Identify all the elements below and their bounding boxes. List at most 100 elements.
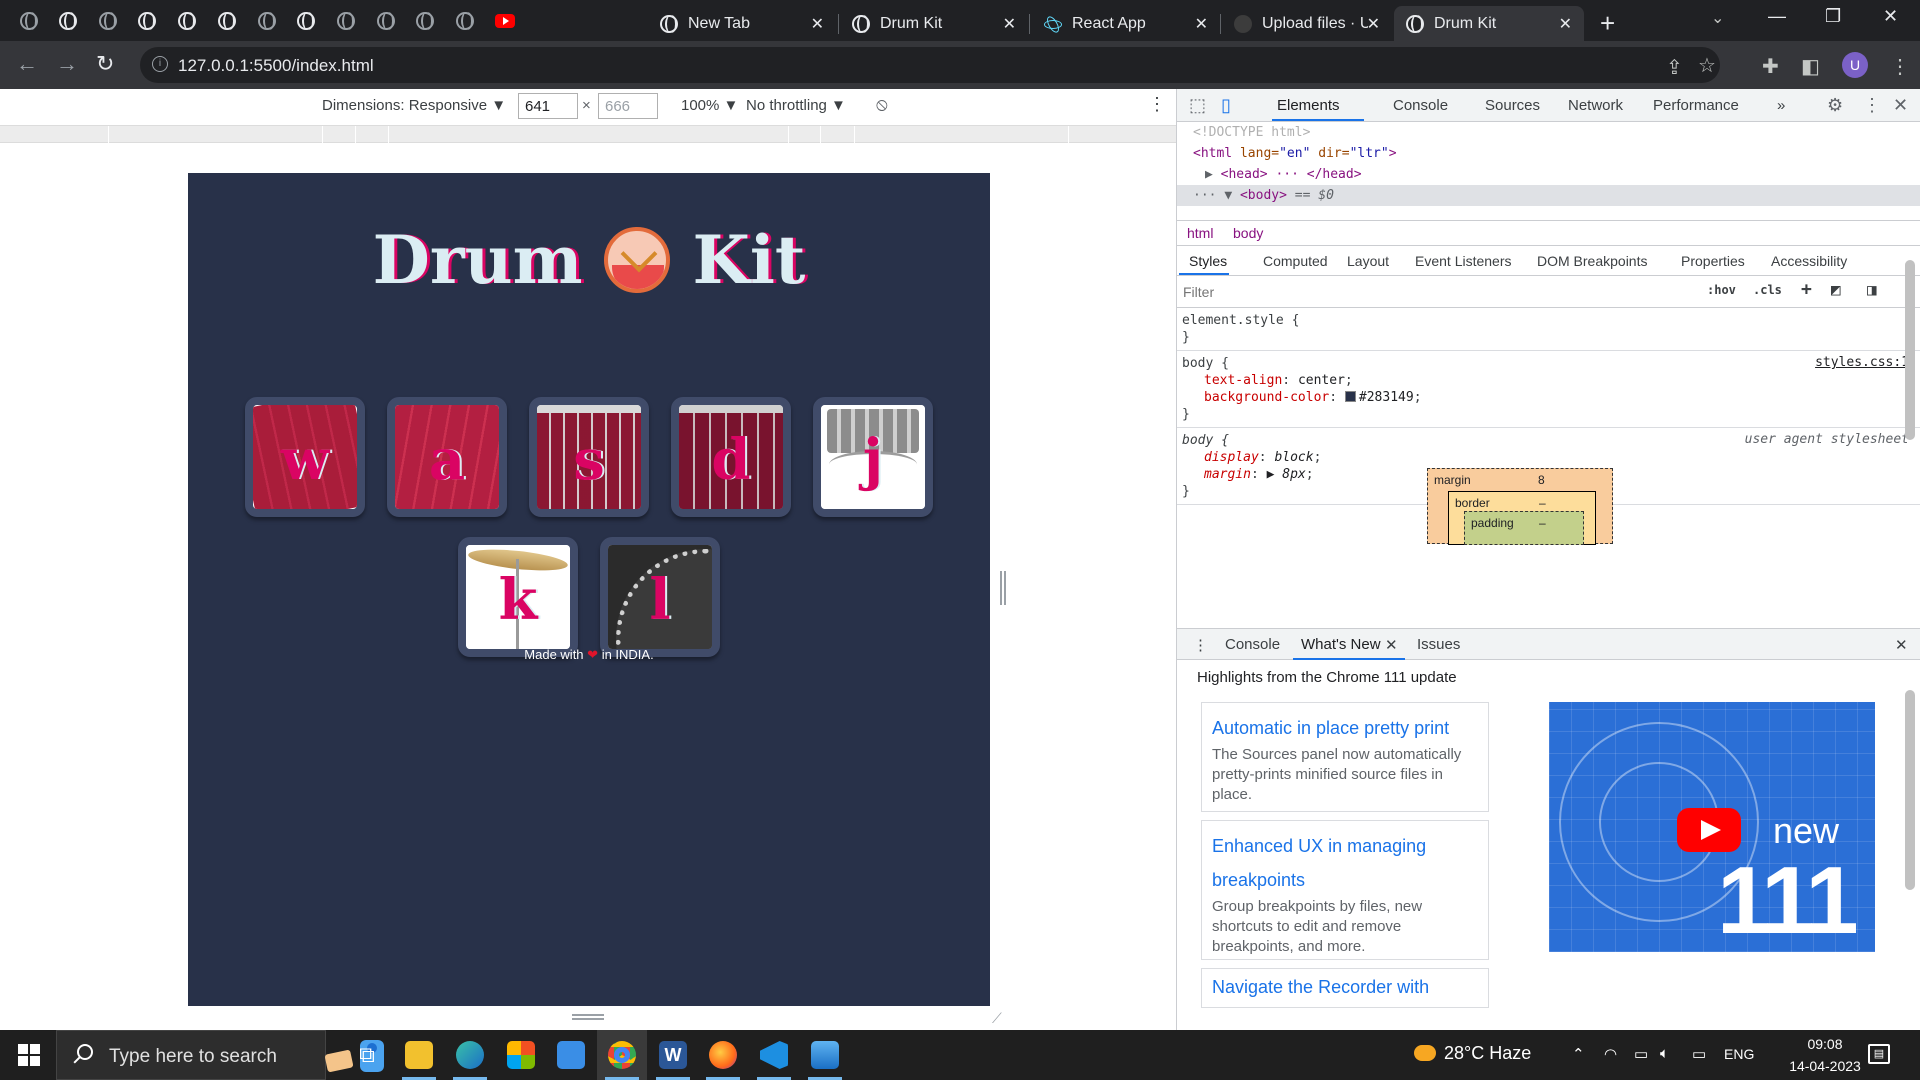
device-toggle-icon[interactable]: ▯	[1221, 95, 1231, 116]
styles-filter-input[interactable]	[1183, 280, 1683, 304]
pinned-tab[interactable]	[210, 6, 244, 36]
kebab-menu-icon[interactable]: ⋮	[1890, 54, 1910, 79]
tab-upload-files[interactable]: Upload files · Ur ✕	[1222, 6, 1392, 41]
box-model-padding-value[interactable]: –	[1539, 516, 1546, 530]
settings-gear-icon[interactable]: ⚙	[1827, 95, 1843, 116]
resize-handle-bottom[interactable]	[572, 1014, 604, 1020]
zoom-dropdown[interactable]: 100% ▼	[681, 97, 738, 114]
tab-computed[interactable]: Computed	[1263, 253, 1328, 269]
tab-accessibility[interactable]: Accessibility	[1771, 253, 1847, 269]
clock-time[interactable]: 09:08	[1790, 1036, 1860, 1052]
edge-icon[interactable]	[445, 1030, 495, 1080]
whats-new-card[interactable]: Navigate the Recorder with	[1201, 968, 1489, 1008]
pinned-tab[interactable]	[250, 6, 284, 36]
sidebar-toggle-icon[interactable]: ◨	[1867, 280, 1877, 299]
weather-widget[interactable]: 28°C Haze	[1414, 1043, 1531, 1064]
drawer-kebab-icon[interactable]: ⋮	[1193, 636, 1208, 654]
tab-drum-kit-active[interactable]: Drum Kit ✕	[1394, 6, 1584, 41]
drum-button-j[interactable]: j	[813, 397, 933, 517]
expand-triangle-icon[interactable]: ▶	[1205, 167, 1213, 182]
devtools-close-icon[interactable]: ✕	[1893, 95, 1908, 116]
whats-new-video-thumbnail[interactable]: new 111	[1549, 702, 1875, 952]
pinned-tab[interactable]	[130, 6, 164, 36]
tab-console[interactable]: Console	[1393, 97, 1448, 114]
tab-new-tab[interactable]: New Tab ✕	[648, 6, 836, 41]
new-tab-button[interactable]: +	[1600, 8, 1615, 39]
meet-now-icon[interactable]: ▭	[1634, 1045, 1648, 1063]
collapse-triangle-icon[interactable]: ▼	[1224, 188, 1232, 203]
drawer-close-icon[interactable]: ✕	[1895, 636, 1908, 654]
drum-button-d[interactable]: d	[671, 397, 791, 517]
back-arrow-icon[interactable]: ←	[16, 51, 38, 77]
url-text[interactable]: 127.0.0.1:5500/index.html	[178, 56, 374, 76]
close-icon[interactable]: ✕	[1367, 14, 1380, 34]
pinned-tab[interactable]	[329, 6, 363, 36]
site-info-icon[interactable]: i	[152, 56, 168, 72]
resize-corner-icon[interactable]: ⟋	[992, 1010, 1002, 1027]
whats-new-card-title[interactable]: Enhanced UX in managing breakpoints	[1212, 829, 1478, 897]
color-swatch[interactable]	[1344, 391, 1356, 402]
tab-properties[interactable]: Properties	[1681, 253, 1745, 269]
viewport-width-input[interactable]	[518, 93, 578, 119]
speaker-icon[interactable]: 🔈︎	[1660, 1045, 1669, 1062]
css-declaration[interactable]: background-color: #283149;	[1182, 389, 1920, 406]
rotate-icon[interactable]: ⦸	[876, 94, 888, 115]
pinned-tab-youtube[interactable]	[488, 6, 522, 36]
more-tabs-chevron-icon[interactable]: »	[1777, 97, 1785, 114]
throttling-dropdown[interactable]: No throttling ▼	[746, 97, 846, 114]
mail-icon[interactable]	[546, 1030, 596, 1080]
tray-overflow-chevron-icon[interactable]: ⌃	[1572, 1045, 1585, 1063]
drawer-tab-issues[interactable]: Issues	[1417, 636, 1460, 653]
drum-button-w[interactable]: w	[245, 397, 365, 517]
dom-html-node[interactable]: <html lang="en" dir="ltr">	[1193, 143, 1920, 164]
language-indicator[interactable]: ENG	[1724, 1046, 1754, 1062]
tab-elements[interactable]: Elements	[1277, 97, 1340, 114]
scrollbar-thumb[interactable]	[1905, 690, 1915, 890]
devtools-kebab-icon[interactable]: ⋮	[1863, 95, 1881, 116]
tab-event-listeners[interactable]: Event Listeners	[1415, 253, 1512, 269]
tab-layout[interactable]: Layout	[1347, 253, 1389, 269]
scrollbar-thumb[interactable]	[1905, 260, 1915, 440]
pinned-tab[interactable]	[51, 6, 85, 36]
chrome-taskbar-icon[interactable]	[597, 1030, 647, 1080]
pinned-tab[interactable]	[408, 6, 442, 36]
forward-arrow-icon[interactable]: →	[56, 51, 78, 77]
whats-new-card[interactable]: Automatic in place pretty print The Sour…	[1201, 702, 1489, 812]
dom-doctype[interactable]: <!DOCTYPE html>	[1193, 122, 1920, 143]
notification-center-icon[interactable]: ▤	[1868, 1044, 1890, 1064]
clock-date[interactable]: 14-04-2023	[1780, 1058, 1870, 1074]
file-explorer-icon[interactable]	[394, 1030, 444, 1080]
close-icon[interactable]: ✕	[811, 14, 824, 34]
minimize-icon[interactable]: —	[1768, 6, 1786, 27]
close-icon[interactable]: ✕	[1195, 14, 1208, 34]
breadcrumb-html[interactable]: html	[1187, 225, 1213, 241]
drum-button-l[interactable]: l	[600, 537, 720, 657]
dimensions-dropdown[interactable]: Dimensions: Responsive ▼	[322, 97, 506, 114]
firefox-icon[interactable]	[698, 1030, 748, 1080]
tab-network[interactable]: Network	[1568, 97, 1623, 114]
task-view-icon[interactable]: ⧉	[342, 1030, 392, 1080]
drum-button-k[interactable]: k	[458, 537, 578, 657]
viewport-height-input[interactable]	[598, 93, 658, 119]
drawer-scrollbar[interactable]	[1905, 680, 1915, 1010]
css-declaration[interactable]: display: block;	[1182, 449, 1920, 466]
paint-bucket-icon[interactable]: ◩	[1831, 280, 1841, 299]
media-query-ruler[interactable]	[0, 125, 1176, 144]
drawer-tab-console[interactable]: Console	[1225, 636, 1280, 653]
side-panel-icon[interactable]: ◧	[1801, 54, 1820, 79]
hover-state-toggle[interactable]: :hov	[1707, 283, 1736, 297]
whats-new-card[interactable]: Enhanced UX in managing breakpoints Grou…	[1201, 820, 1489, 960]
class-toggle[interactable]: .cls	[1753, 283, 1782, 297]
extensions-puzzle-icon[interactable]: ✚	[1762, 54, 1779, 79]
stylesheet-link[interactable]: styles.css:1	[1815, 355, 1909, 370]
dom-head-node[interactable]: ▶ <head> ··· </head>	[1193, 164, 1920, 185]
pinned-tab[interactable]	[289, 6, 323, 36]
photos-icon[interactable]	[800, 1030, 850, 1080]
ellipsis-icon[interactable]: ···	[1193, 188, 1216, 203]
whats-new-card-title[interactable]: Automatic in place pretty print	[1212, 711, 1478, 745]
share-icon[interactable]: ⇪	[1666, 55, 1683, 80]
box-model-diagram[interactable]: margin 8 border – padding –	[1427, 468, 1613, 545]
address-bar[interactable]: i 127.0.0.1:5500/index.html ⇪ ☆	[140, 47, 1720, 83]
tab-performance[interactable]: Performance	[1653, 97, 1739, 114]
tab-drum-kit[interactable]: Drum Kit ✕	[840, 6, 1028, 41]
